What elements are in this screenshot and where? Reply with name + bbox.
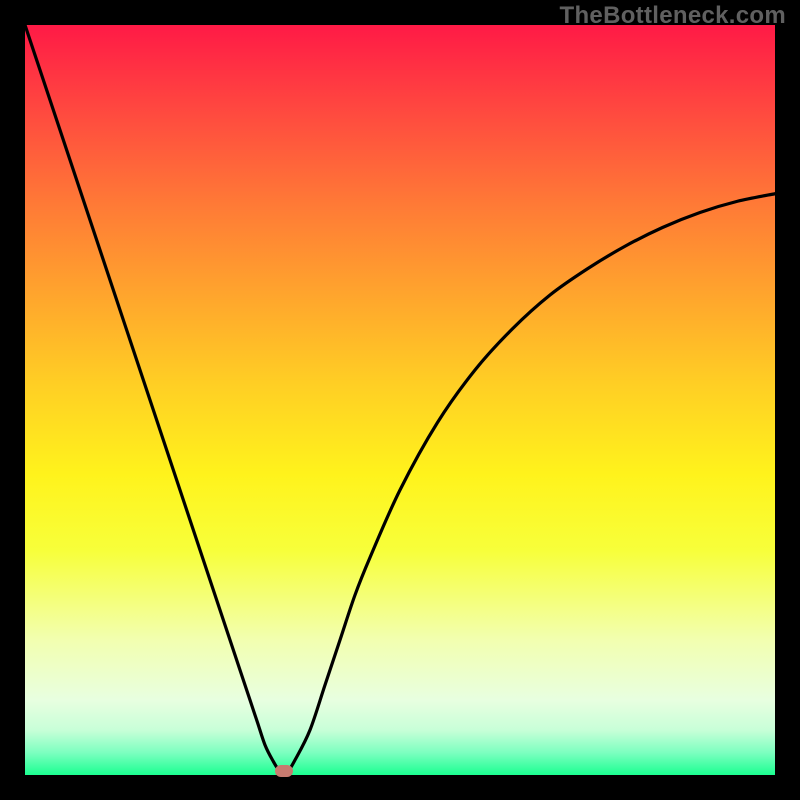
bottleneck-curve — [25, 25, 775, 773]
optimum-marker — [275, 765, 293, 777]
curve-layer — [25, 25, 775, 775]
figure: { "watermark": "TheBottleneck.com", "plo… — [0, 0, 800, 800]
